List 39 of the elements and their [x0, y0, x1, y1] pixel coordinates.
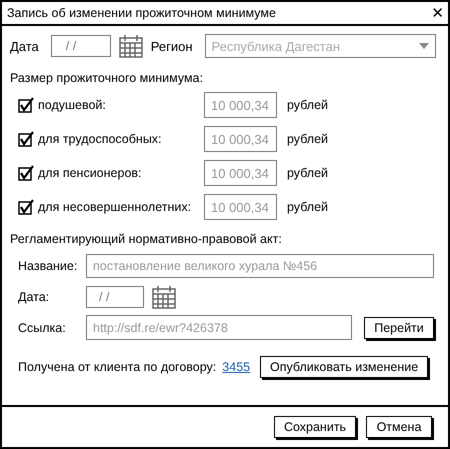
section-label: Размер прожиточного минимума: — [10, 71, 204, 85]
amount-field[interactable]: 10 000,34 — [204, 126, 277, 152]
checkbox-label: для трудоспособных: — [38, 132, 163, 146]
date-label: Дата: — [18, 290, 50, 304]
close-button[interactable]: ✕ — [431, 6, 444, 20]
go-button[interactable]: Перейти — [364, 316, 434, 338]
date-label: Дата — [10, 38, 39, 54]
contract-label: Получена от клиента по договору: — [18, 360, 216, 374]
unit-label: рублей — [287, 132, 328, 146]
name-field[interactable]: постановление великого хурала №456 — [86, 254, 434, 278]
unit-label: рублей — [287, 166, 328, 180]
checkbox[interactable] — [18, 131, 34, 147]
date-field[interactable]: / / — [50, 35, 111, 57]
checkbox-label: для несовершеннолетних: — [38, 200, 192, 214]
section-label: Регламентирующий нормативно-правовой акт: — [10, 232, 283, 246]
checkbox[interactable] — [18, 199, 34, 215]
save-button[interactable]: Сохранить — [274, 416, 356, 438]
contract-link[interactable]: 3455 — [222, 360, 250, 374]
caret-icon — [418, 43, 429, 49]
checkbox-label: для пенсионеров: — [38, 166, 143, 180]
amount-field[interactable]: 10 000,34 — [204, 92, 277, 118]
publish-button[interactable]: Опубликовать изменение — [260, 356, 428, 378]
link-field[interactable]: http://sdf.re/ewr?426378 — [86, 315, 352, 340]
link-label: Ссылка: — [18, 320, 67, 334]
region-dropdown[interactable]: Республика Дагестан — [204, 34, 436, 58]
name-label: Название: — [18, 258, 78, 272]
amount-field[interactable]: 10 000,34 — [204, 194, 277, 220]
amount-field[interactable]: 10 000,34 — [204, 160, 277, 186]
region-label: Регион — [150, 38, 193, 54]
cancel-button[interactable]: Отмена — [366, 416, 432, 438]
calendar-icon[interactable] — [118, 34, 143, 58]
unit-label: рублей — [287, 200, 328, 214]
calendar-icon[interactable] — [152, 284, 176, 308]
checkbox-label: подушевой: — [38, 98, 107, 112]
checkbox[interactable] — [18, 165, 34, 181]
unit-label: рублей — [287, 98, 328, 112]
window-title: Запись об изменении прожиточном минимуме — [7, 6, 277, 20]
checkbox[interactable] — [18, 97, 34, 113]
date-field[interactable]: / / — [86, 286, 144, 308]
